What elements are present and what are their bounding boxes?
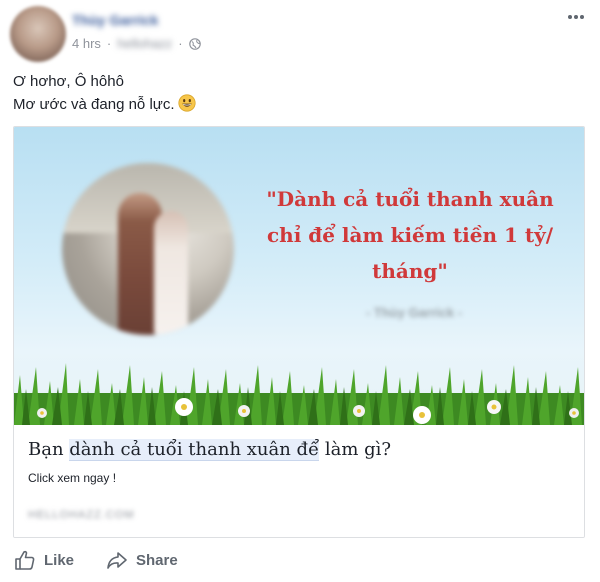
globe-icon bbox=[188, 37, 201, 50]
grass-decoration bbox=[14, 363, 584, 425]
post-text: Ơ hơhơ, Ô hôhô Mơ ước và đang nỗ lực. bbox=[13, 70, 197, 116]
grinning-smiley-icon bbox=[178, 94, 197, 112]
like-button[interactable]: Like bbox=[14, 549, 74, 571]
share-arrow-icon bbox=[107, 552, 127, 569]
avatar[interactable] bbox=[10, 6, 66, 62]
more-horizontal-icon[interactable] bbox=[566, 10, 586, 24]
facebook-post: Thùy Garrick 4 hrs · hellohazz · Ơ hơhơ,… bbox=[0, 0, 600, 582]
card-title-highlight: dành cả tuổi thanh xuân để bbox=[69, 439, 320, 461]
card-title[interactable]: Bạn dành cả tuổi thanh xuân để làm gì? bbox=[28, 439, 392, 461]
quote-author: - Thùy Garrick - bbox=[365, 305, 463, 320]
post-source[interactable]: hellohazz bbox=[117, 36, 172, 51]
card-description: Click xem ngay ! bbox=[28, 471, 117, 485]
card-domain: HELLOHAZZ.COM bbox=[28, 509, 135, 521]
post-text-line-2: Mơ ước và đang nỗ lực. bbox=[13, 93, 197, 116]
author-name[interactable]: Thùy Garrick bbox=[72, 12, 158, 28]
post-text-line-1: Ơ hơhơ, Ô hôhô bbox=[13, 73, 124, 90]
meta-separator: · bbox=[106, 36, 112, 51]
link-preview-card[interactable]: "Dành cả tuổi thanh xuân chỉ để làm kiếm… bbox=[13, 126, 585, 538]
share-label: Share bbox=[136, 551, 178, 569]
meta-separator: · bbox=[178, 36, 183, 51]
card-body[interactable]: Bạn dành cả tuổi thanh xuân để làm gì? C… bbox=[14, 425, 584, 537]
post-time[interactable]: 4 hrs bbox=[72, 36, 101, 51]
post-text-line-2-text: Mơ ước và đang nỗ lực. bbox=[13, 96, 175, 113]
card-title-part-1: Bạn bbox=[28, 439, 70, 460]
profile-photo-circle bbox=[62, 163, 234, 335]
quote-text: "Dành cả tuổi thanh xuân chỉ để làm kiếm… bbox=[266, 187, 554, 283]
post-actions: Like Share bbox=[0, 545, 600, 577]
card-title-part-2: làm gì? bbox=[319, 439, 392, 460]
share-button[interactable]: Share bbox=[106, 549, 178, 571]
like-label: Like bbox=[44, 551, 75, 569]
thumbs-up-icon bbox=[15, 550, 35, 570]
post-meta: 4 hrs · hellohazz · bbox=[72, 36, 201, 51]
card-image[interactable]: "Dành cả tuổi thanh xuân chỉ để làm kiếm… bbox=[14, 127, 584, 425]
